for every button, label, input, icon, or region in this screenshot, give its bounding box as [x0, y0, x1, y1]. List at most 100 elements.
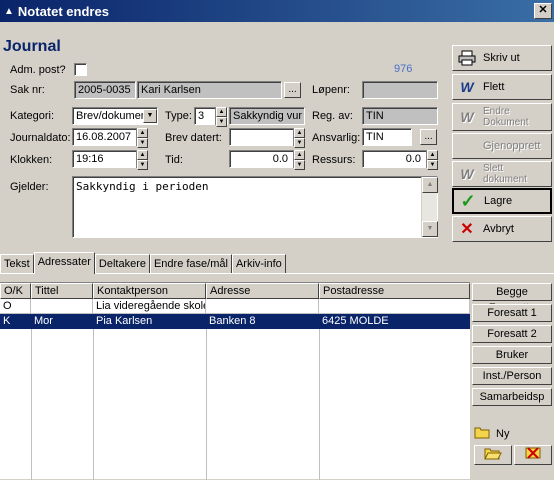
slett-label-line1: Slett	[483, 163, 504, 174]
endre-label-line1: Endre	[483, 106, 510, 117]
sak-nr-label: Sak nr:	[10, 84, 45, 96]
spin-up-icon[interactable]: ▲	[294, 150, 305, 160]
spin-down-icon[interactable]: ▼	[294, 138, 305, 148]
delete-icon	[524, 447, 542, 463]
spin-up-icon[interactable]: ▲	[294, 128, 305, 138]
gjelder-scrollbar[interactable]: ▲ ▼	[421, 177, 438, 237]
scroll-track[interactable]	[422, 193, 437, 221]
scroll-up-icon[interactable]: ▲	[422, 177, 438, 193]
sak-nr-field[interactable]: 2005-0035	[74, 81, 136, 99]
spin-down-icon[interactable]: ▼	[216, 117, 227, 127]
table-cell: 6425 MOLDE	[319, 314, 470, 329]
inst-person-button[interactable]: Inst./Person	[472, 367, 552, 385]
tab-tekst[interactable]: Tekst	[0, 254, 34, 274]
spin-up-icon[interactable]: ▲	[137, 150, 148, 160]
tab-endre-fase[interactable]: Endre fase/mål	[149, 254, 232, 274]
column-divider	[93, 329, 94, 480]
delete-addressee-button[interactable]	[514, 445, 552, 465]
skriv-ut-label: Skriv ut	[483, 52, 520, 64]
app-icon: ▲	[4, 5, 14, 17]
adm-post-checkbox[interactable]	[74, 63, 87, 76]
gjelder-label: Gjelder:	[10, 181, 49, 193]
kategori-label: Kategori:	[10, 110, 55, 122]
gjenopprett-label: Gjenopprett	[483, 140, 541, 152]
restore-icon	[457, 137, 477, 155]
kategori-value: Brev/dokumen	[76, 110, 147, 122]
type-value: 3	[198, 110, 205, 122]
spin-down-icon[interactable]: ▼	[427, 160, 438, 170]
spin-up-icon[interactable]: ▲	[427, 150, 438, 160]
spin-up-icon[interactable]: ▲	[216, 107, 227, 117]
scroll-down-icon[interactable]: ▼	[422, 221, 438, 237]
close-button[interactable]: ✕	[534, 3, 552, 19]
spin-up-icon[interactable]: ▲	[137, 128, 148, 138]
ny-button[interactable]: Ny	[474, 426, 509, 442]
column-header[interactable]: Adresse	[206, 283, 319, 299]
lagre-button[interactable]: ✓ Lagre	[452, 188, 552, 214]
reg-av-label: Reg. av:	[312, 110, 353, 122]
lopenr-field[interactable]	[362, 81, 438, 99]
tid-label: Tid:	[165, 154, 183, 166]
checkmark-icon: ✓	[460, 190, 476, 211]
column-header[interactable]: Tittel	[31, 283, 93, 299]
open-folder-button[interactable]	[474, 445, 512, 465]
column-header[interactable]: Kontaktperson	[93, 283, 206, 299]
endre-dokument-button[interactable]: W Endre Dokument	[452, 103, 552, 131]
cancel-x-icon: ✕	[460, 221, 474, 238]
open-folder-icon	[484, 448, 502, 463]
begge-foresatte-button[interactable]: Begge Foresatte	[472, 283, 552, 314]
lopenr-label: Løpenr:	[312, 84, 350, 96]
bruker-button[interactable]: Bruker	[472, 346, 552, 364]
gjenopprett-button[interactable]: Gjenopprett	[452, 133, 552, 159]
window-title: Notatet endres	[17, 3, 109, 19]
sak-lookup-button[interactable]: ...	[284, 82, 301, 98]
column-divider	[319, 329, 320, 480]
skriv-ut-button[interactable]: Skriv ut	[452, 45, 552, 71]
avbryt-label: Avbryt	[483, 223, 514, 235]
edit-document-icon: W	[460, 109, 474, 125]
tab-arkiv-info[interactable]: Arkiv-info	[231, 254, 286, 274]
type-description-field[interactable]: Sakkyndig vur	[229, 107, 305, 125]
type-spinner[interactable]: ▲ ▼	[215, 107, 227, 127]
foresatt-2-button[interactable]: Foresatt 2	[472, 325, 552, 343]
column-header[interactable]: Postadresse	[319, 283, 470, 299]
merge-icon: W	[460, 79, 474, 95]
section-title: Journal	[3, 38, 61, 55]
ansvarlig-label: Ansvarlig:	[312, 132, 361, 144]
ansvarlig-lookup-button[interactable]: ...	[420, 129, 437, 145]
slett-dokument-button[interactable]: W Slett dokument	[452, 161, 552, 187]
column-header[interactable]: O/K	[0, 283, 31, 299]
table-cell: Pia Karlsen	[93, 314, 206, 329]
brev-datert-spinner[interactable]: ▲ ▼	[293, 128, 305, 148]
spin-down-icon[interactable]: ▼	[137, 160, 148, 170]
table-cell: Lia videregående skole	[93, 299, 206, 314]
record-number: 976	[394, 63, 413, 75]
table-cell: Banken 8	[206, 314, 319, 329]
samarbeidsp-button[interactable]: Samarbeidsp	[472, 388, 552, 406]
addressee-table[interactable]: O/K Tittel Kontaktperson Adresse Postadr…	[0, 282, 470, 480]
adm-post-label: Adm. post?	[10, 64, 66, 76]
ansvarlig-field[interactable]: TIN	[362, 128, 412, 146]
spin-down-icon[interactable]: ▼	[137, 138, 148, 148]
tab-deltakere[interactable]: Deltakere	[94, 254, 150, 274]
foresatt-1-button[interactable]: Foresatt 1	[472, 304, 552, 322]
brev-datert-label: Brev datert:	[165, 132, 222, 144]
reg-av-field[interactable]: TIN	[362, 107, 438, 125]
sak-name-field[interactable]: Kari Karlsen	[137, 81, 282, 99]
ressurs-spinner[interactable]: ▲ ▼	[426, 150, 438, 170]
klokken-label: Klokken:	[10, 154, 53, 166]
gjelder-textarea[interactable]: Sakkyndig i perioden	[72, 176, 438, 238]
spin-down-icon[interactable]: ▼	[294, 160, 305, 170]
table-cell: K	[0, 314, 31, 329]
table-cell	[31, 299, 93, 314]
column-divider	[206, 329, 207, 480]
ressurs-label: Ressurs:	[312, 154, 356, 166]
flett-button[interactable]: W Flett	[452, 74, 552, 100]
tid-spinner[interactable]: ▲ ▼	[293, 150, 305, 170]
tab-adressater[interactable]: Adressater	[33, 252, 95, 274]
printer-icon	[457, 49, 477, 67]
kategori-dropdown-icon[interactable]: ▼	[143, 109, 157, 123]
avbryt-button[interactable]: ✕ Avbryt	[452, 216, 552, 242]
journaldato-spinner[interactable]: ▲ ▼	[136, 128, 148, 148]
klokken-spinner[interactable]: ▲ ▼	[136, 150, 148, 170]
